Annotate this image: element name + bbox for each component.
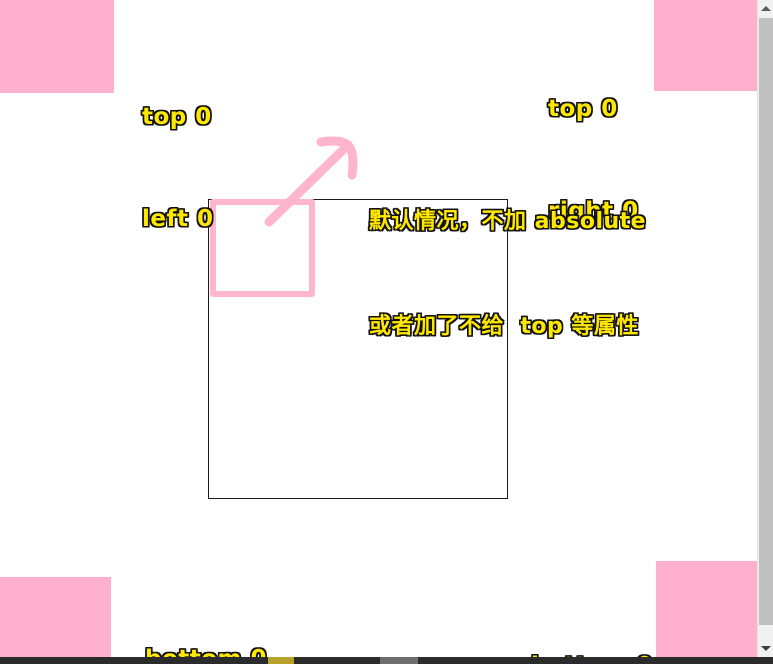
- scrollbar-thumb[interactable]: [759, 18, 773, 625]
- label-note-default-case: 默认情况，不加 absolute 或者加了不给 top 等属性: [369, 134, 646, 414]
- taskbar-strip: [0, 657, 773, 664]
- pink-box-top-left: [0, 0, 114, 93]
- label-top-right-line1: top 0: [548, 96, 618, 122]
- taskbar-accent-item-secondary: [380, 657, 418, 664]
- label-top-left: top 0 left 0: [142, 32, 214, 304]
- taskbar-accent-item: [268, 657, 294, 664]
- label-bottom-right: bottom 0 right 0: [531, 581, 653, 657]
- vertical-scrollbar[interactable]: [757, 0, 773, 657]
- pink-box-top-right: [654, 0, 757, 91]
- label-note-line1: 默认情况，不加 absolute: [369, 209, 647, 234]
- label-note-line2: 或者加了不给 top 等属性: [369, 314, 639, 339]
- scroll-down-button[interactable]: [758, 640, 773, 657]
- page-root: top 0 left 0 top 0 right 0 bottom 0 left…: [0, 0, 773, 664]
- scroll-up-button[interactable]: [758, 0, 773, 17]
- label-bottom-right-line1: bottom 0: [531, 649, 653, 657]
- chevron-up-icon: [760, 6, 771, 11]
- label-bottom-left: bottom 0 left 0: [145, 574, 267, 657]
- label-top-left-line1: top 0: [142, 104, 212, 130]
- browser-viewport: top 0 left 0 top 0 right 0 bottom 0 left…: [0, 0, 757, 657]
- pink-box-bottom-left: [0, 577, 111, 657]
- highlight-rectangle: [210, 199, 315, 297]
- label-bottom-left-line1: bottom 0: [145, 642, 267, 657]
- pink-box-bottom-right: [656, 561, 757, 657]
- chevron-down-icon: [760, 646, 771, 651]
- label-top-left-line2: left 0: [142, 206, 214, 232]
